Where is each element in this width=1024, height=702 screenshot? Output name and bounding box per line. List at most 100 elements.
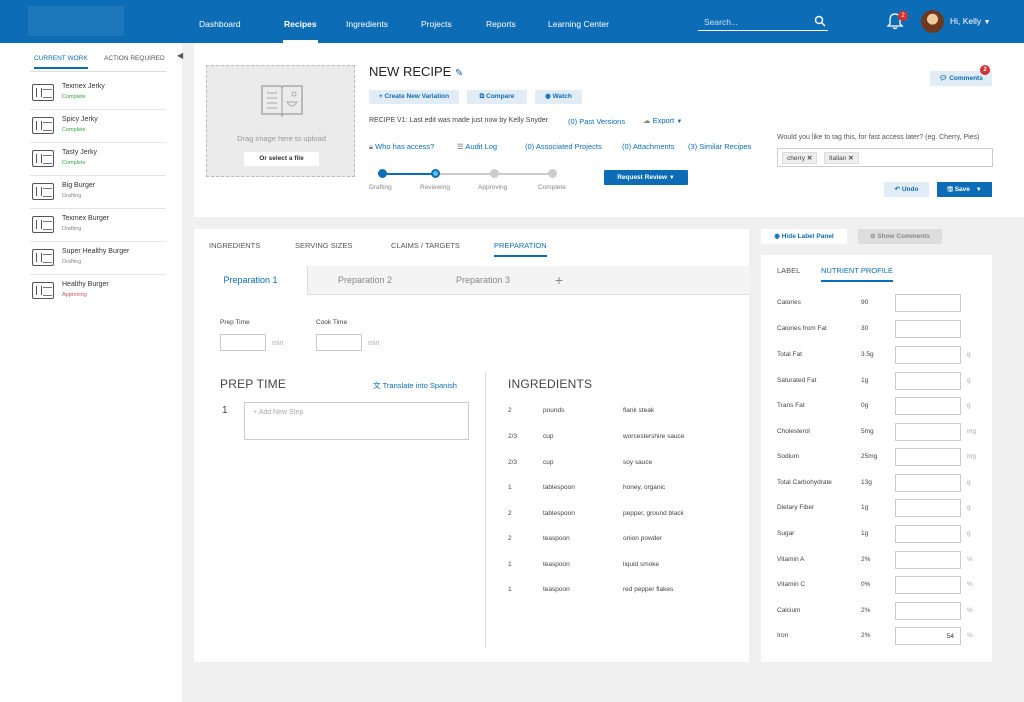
export-menu[interactable]: ☁ Export ▼ (643, 116, 682, 125)
watch-button[interactable]: ◉ Watch (535, 90, 582, 104)
column-divider (485, 372, 486, 648)
item-name: Tasty Jerky (62, 149, 98, 156)
ingredient-qty: 1 (508, 484, 512, 491)
list-item[interactable]: Super Healthy Burger Drafting (30, 242, 166, 275)
compare-button[interactable]: ⧉ Compare (467, 90, 527, 104)
nav-ingredients[interactable]: Ingredients (346, 0, 388, 43)
user-menu[interactable]: Hi, Kelly ▼ (950, 16, 991, 26)
list-icon: ☰ (457, 142, 464, 151)
top-nav-bar: Dashboard Recipes Ingredients Projects R… (0, 0, 1024, 43)
nutrient-input[interactable] (895, 320, 961, 338)
undo-button[interactable]: ↶ Undo (884, 182, 929, 197)
hide-label-panel-button[interactable]: ◉ Hide Label Panel (761, 229, 847, 244)
nav-reports[interactable]: Reports (486, 0, 516, 43)
tab-preparation-1[interactable]: Preparation 1 (194, 266, 308, 295)
nutrient-input[interactable] (895, 499, 961, 517)
tab-label[interactable]: LABEL (777, 266, 800, 275)
prep-section-heading: PREP TIME (220, 377, 287, 391)
nutrient-input[interactable] (895, 525, 961, 543)
list-item[interactable]: Texmex Jerky Complete (30, 77, 166, 110)
associated-projects-link[interactable]: (0) Associated Projects (525, 142, 602, 151)
list-item[interactable]: Tasty Jerky Complete (30, 143, 166, 176)
tab-ingredients[interactable]: INGREDIENTS (209, 241, 260, 250)
tab-preparation-3[interactable]: Preparation 3 (426, 266, 540, 295)
pencil-icon[interactable]: ✎ (455, 68, 463, 79)
add-preparation-button[interactable]: + (544, 266, 574, 295)
tab-preparation[interactable]: PREPARATION (494, 241, 547, 257)
recipe-icon (32, 117, 54, 134)
nutrient-value: 30 (861, 325, 869, 332)
search-input[interactable]: Search... (698, 14, 828, 31)
select-file-button[interactable]: Or select a file (244, 152, 319, 166)
nav-dashboard[interactable]: Dashboard (199, 0, 241, 43)
nutrient-input[interactable] (895, 294, 961, 312)
nav-projects[interactable]: Projects (421, 0, 452, 43)
save-button[interactable]: 🖫︎ Save ▼ (937, 182, 992, 197)
search-icon[interactable] (814, 15, 826, 27)
collapse-sidebar-icon[interactable]: ◀ (177, 51, 183, 60)
nutrient-input[interactable] (895, 448, 961, 466)
save-icon: 🖫︎ (947, 186, 953, 193)
tag-chip[interactable]: cherry ✕ (782, 152, 818, 164)
tab-nutrient-profile[interactable]: NUTRIENT PROFILE (821, 266, 893, 282)
divider (30, 71, 166, 72)
tab-claims-targets[interactable]: CLAIMS / TARGETS (391, 241, 460, 250)
step-textarea[interactable]: + Add New Step (244, 402, 469, 440)
audit-log-label: Audit Log (465, 142, 498, 151)
nutrient-input[interactable] (895, 423, 961, 441)
app-logo[interactable] (28, 6, 124, 36)
past-versions-link[interactable]: (0) Past Versions (568, 117, 625, 126)
item-status: Complete (62, 127, 86, 133)
list-item[interactable]: Texmex Burger Drafting (30, 209, 166, 242)
nav-recipes[interactable]: Recipes (283, 0, 318, 43)
nutrient-input[interactable]: 54 (895, 627, 961, 645)
image-upload-dropzone[interactable]: Drag image here to upload Or select a fi… (206, 65, 355, 177)
nutrient-input[interactable] (895, 551, 961, 569)
greeting-label: Hi, Kelly (950, 16, 982, 26)
prep-time-input[interactable] (220, 334, 266, 351)
list-item[interactable]: Spicy Jerky Complete (30, 110, 166, 143)
nutrient-unit: mg (967, 453, 977, 460)
cook-time-input[interactable] (316, 334, 362, 351)
notifications-bell[interactable]: 2 (886, 11, 908, 32)
nutrient-value: 1g (861, 530, 869, 537)
avatar[interactable] (921, 10, 944, 33)
unit-label: min (368, 340, 380, 347)
chevron-down-icon[interactable]: ▼ (976, 187, 982, 193)
ingredient-unit: tablespoon (543, 484, 575, 491)
translate-button[interactable]: 文 Translate into Spanish (373, 380, 457, 391)
comments-count-badge: 2 (980, 65, 990, 75)
nutrient-input[interactable] (895, 397, 961, 415)
nutrient-input[interactable] (895, 576, 961, 594)
tab-action-required[interactable]: ACTION REQUIRED (104, 55, 165, 69)
tag-chip[interactable]: Italian ✕ (824, 152, 859, 164)
attachments-link[interactable]: (0) Attachments (622, 142, 675, 151)
create-variation-button[interactable]: + Create New Variation (369, 90, 459, 104)
nav-learning-center[interactable]: Learning Center (548, 0, 609, 43)
ingredient-qty: 2 (508, 535, 512, 542)
similar-recipes-link[interactable]: (3) Similar Recipes (688, 142, 751, 151)
tab-current-work[interactable]: CURRENT WORK (34, 55, 88, 69)
nutrient-input[interactable] (895, 346, 961, 364)
translate-icon: 文 (373, 381, 381, 390)
nutrient-input[interactable] (895, 474, 961, 492)
close-icon[interactable]: ✕ (848, 155, 853, 162)
recipe-icon (32, 183, 54, 200)
upload-hint: Drag image here to upload (237, 134, 326, 143)
close-icon[interactable]: ✕ (807, 155, 812, 162)
nutrient-input[interactable] (895, 372, 961, 390)
show-comments-button[interactable]: ⊘ Show Comments (858, 229, 942, 244)
tag-input[interactable]: cherry ✕ Italian ✕ (777, 148, 993, 167)
step-label: Complete (538, 184, 566, 191)
audit-log-link[interactable]: ☰ Audit Log (457, 142, 497, 151)
nutrient-input[interactable] (895, 602, 961, 620)
comments-button[interactable]: 💬︎ Comments 2 (930, 65, 992, 86)
request-review-button[interactable]: Request Review ▼ (604, 170, 688, 185)
tab-preparation-2[interactable]: Preparation 2 (308, 266, 422, 295)
nutrient-unit: % (967, 607, 973, 614)
list-item[interactable]: Big Burger Drafting (30, 176, 166, 209)
nutrient-unit: % (967, 556, 973, 563)
who-has-access-link[interactable]: 🔒︎ Who has access? (369, 142, 434, 152)
list-item[interactable]: Healthy Burger Approving (30, 275, 166, 308)
tab-serving-sizes[interactable]: SERVING SIZES (295, 241, 352, 250)
